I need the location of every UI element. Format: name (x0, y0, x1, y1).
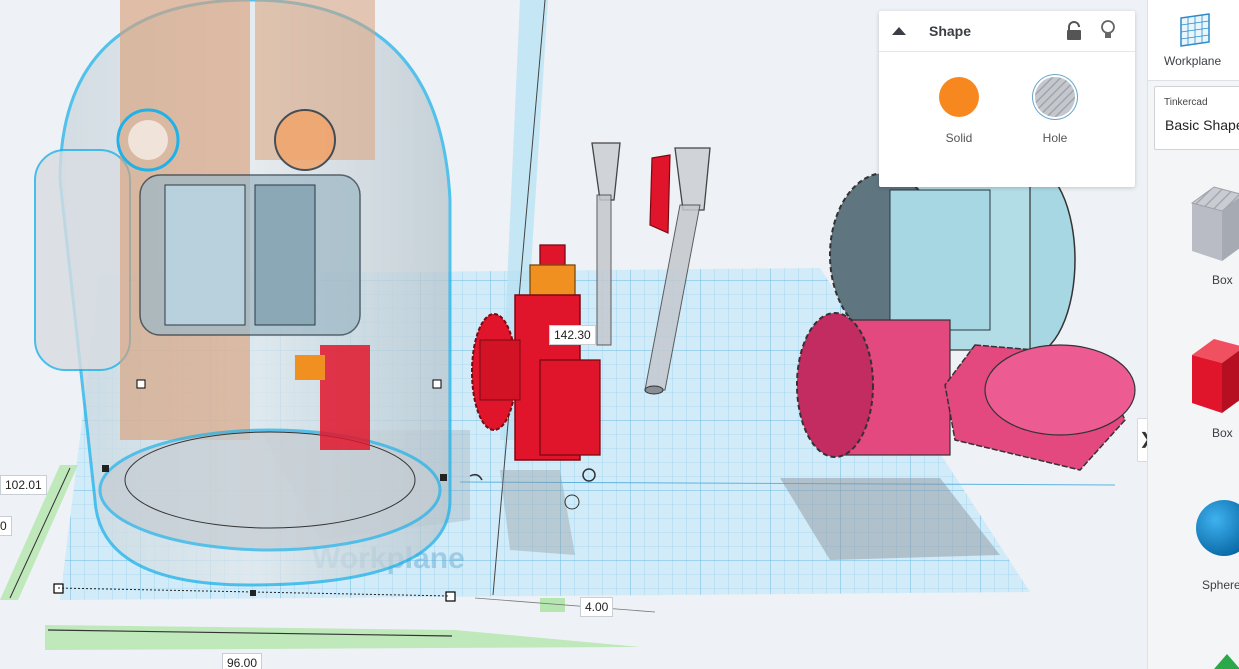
shape-sphere-label: Sphere (1202, 578, 1239, 592)
housing-part[interactable] (34, 0, 452, 587)
shape-library-select[interactable]: Tinkercad Basic Shapes (1154, 86, 1239, 150)
workplane-label: Workplane (1164, 54, 1222, 68)
hole-option[interactable]: Hole (1020, 77, 1090, 145)
shape-box-red[interactable]: Box (1148, 325, 1239, 445)
cut-dimension-label[interactable]: 0 (0, 516, 12, 536)
solid-option[interactable]: Solid (924, 77, 994, 145)
pink-gear-front[interactable] (796, 312, 951, 458)
height-dimension-label[interactable]: 102.01 (0, 475, 47, 495)
hole-swatch[interactable] (1035, 77, 1075, 117)
chevron-right-icon[interactable]: ❯ (1137, 418, 1147, 462)
library-brand: Tinkercad (1164, 97, 1208, 108)
solid-label: Solid (945, 131, 973, 145)
hole-label: Hole (1042, 131, 1068, 145)
3d-viewport[interactable]: Workplane (0, 0, 1147, 669)
box-solid-icon (1192, 339, 1239, 413)
workplane-icon (1180, 13, 1210, 47)
red-plate[interactable] (649, 154, 671, 234)
box-hole-icon (1190, 186, 1239, 261)
collapse-caret-icon[interactable] (889, 21, 909, 41)
elevation-dimension-label[interactable]: 4.00 (580, 597, 614, 617)
depth-dimension-label[interactable]: 96.00 (222, 653, 263, 669)
shape-box-grey[interactable]: Box (1148, 175, 1239, 295)
sphere-icon (1196, 500, 1239, 556)
pink-gear-back[interactable] (944, 344, 1136, 471)
rotation-dimension-label[interactable]: 142.30 (549, 325, 596, 345)
shape-inspector-panel: Shape Solid Hole (879, 11, 1135, 187)
shapes-sidebar: Workplane Tinkercad Basic Shapes Box Box… (1147, 0, 1239, 669)
workplane-button[interactable]: Workplane (1148, 0, 1239, 81)
lightbulb-icon[interactable] (1098, 19, 1118, 41)
solid-swatch[interactable] (939, 77, 979, 117)
library-name: Basic Shapes (1165, 117, 1239, 133)
shape-box-grey-label: Box (1212, 273, 1233, 287)
shape-pyramid-peek[interactable] (1214, 654, 1239, 669)
shape-panel-title: Shape (929, 23, 972, 39)
shape-sphere[interactable]: Sphere (1148, 490, 1239, 600)
shape-panel-header: Shape (879, 11, 1135, 52)
shape-box-red-label: Box (1212, 426, 1233, 440)
unlock-icon[interactable] (1065, 21, 1083, 41)
